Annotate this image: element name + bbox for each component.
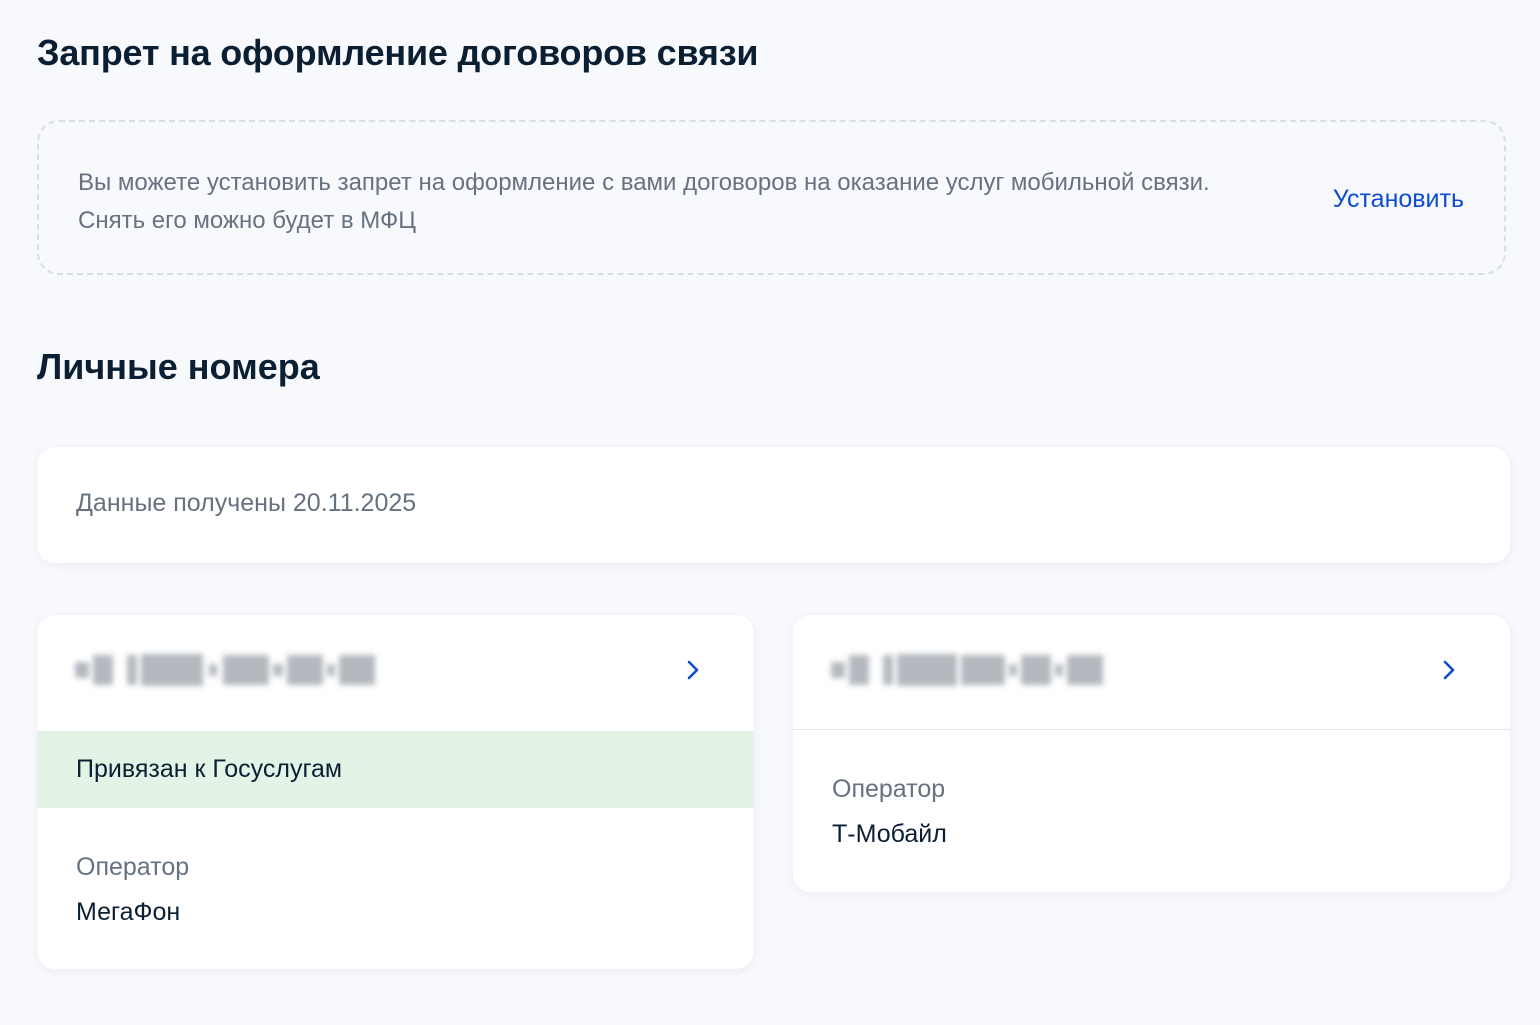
linked-status-text: Привязан к Госуслугам: [76, 755, 343, 783]
operator-label: Оператор: [76, 853, 190, 881]
phone-number-redacted: [831, 653, 1103, 687]
phone-number-card: Оператор Т-Мобайл: [793, 615, 1510, 892]
ban-section-title: Запрет на оформление договоров связи: [37, 32, 759, 73]
data-received-text: Данные получены 20.11.2025: [76, 489, 417, 517]
phone-number-header[interactable]: [793, 615, 1510, 730]
phone-number-header[interactable]: [37, 615, 754, 729]
personal-numbers-title: Личные номера: [37, 346, 320, 387]
ban-description-line-2: Снять его можно будет в МФЦ: [78, 207, 417, 234]
ban-description: Вы можете установить запрет на оформлени…: [78, 164, 1308, 240]
ban-description-line-1: Вы можете установить запрет на оформлени…: [78, 169, 1210, 196]
operator-label: Оператор: [832, 775, 946, 803]
chevron-right-icon: [1443, 660, 1455, 680]
chevron-right-icon: [687, 660, 699, 680]
ban-info-box: Вы можете установить запрет на оформлени…: [37, 120, 1506, 275]
operator-value: Т-Мобайл: [832, 820, 947, 848]
set-ban-link[interactable]: Установить: [1333, 185, 1464, 214]
phone-number-redacted: [75, 653, 375, 687]
operator-value: МегаФон: [76, 898, 181, 926]
linked-status-row: Привязан к Госуслугам: [37, 731, 754, 808]
data-received-card: Данные получены 20.11.2025: [37, 447, 1510, 563]
phone-number-card: Привязан к Госуслугам Оператор МегаФон: [37, 615, 754, 969]
